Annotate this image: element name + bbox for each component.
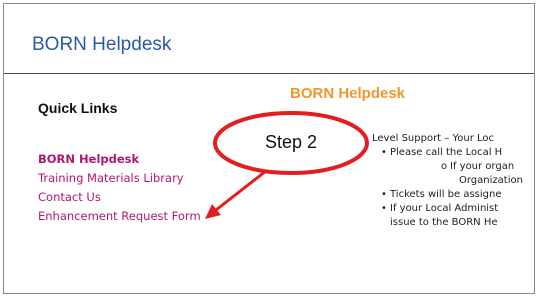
content-line: issue to the BORN He: [390, 216, 498, 230]
content-line: Organization: [459, 174, 523, 188]
content-line-text: If your Local Administ: [390, 203, 499, 214]
content-line: • Please call the Local H: [381, 146, 502, 160]
bullet-icon: o: [441, 161, 448, 172]
content-line: • If your Local Administ: [381, 202, 498, 216]
nav-link-born-helpdesk[interactable]: BORN Helpdesk: [38, 150, 201, 169]
quick-links-nav: BORN Helpdesk Training Materials Library…: [38, 150, 201, 226]
bullet-icon: •: [381, 203, 387, 214]
quick-links-heading: Quick Links: [38, 100, 118, 116]
content-line: • Tickets will be assigne: [381, 188, 502, 202]
content-line: o If your organ: [441, 160, 514, 174]
callout-step-label: Step 2: [264, 132, 318, 152]
nav-link-enhancement-request-form[interactable]: Enhancement Request Form: [38, 207, 201, 226]
bullet-icon: •: [381, 189, 387, 200]
nav-link-training-materials-library[interactable]: Training Materials Library: [38, 169, 201, 188]
page-title: BORN Helpdesk: [32, 34, 172, 55]
content-title: BORN Helpdesk: [290, 85, 406, 102]
content-line-text: Level Support – Your Loc: [372, 133, 495, 144]
bullet-icon: •: [381, 147, 387, 158]
content-line-text: Please call the Local H: [390, 147, 503, 158]
content-line-text: Tickets will be assigne: [390, 189, 502, 200]
content-line-text: issue to the BORN He: [390, 217, 498, 228]
header-divider: [4, 73, 534, 74]
nav-link-contact-us[interactable]: Contact Us: [38, 188, 201, 207]
content-line-text: If your organ: [450, 161, 515, 172]
content-body: Level Support – Your Loc • Please call th…: [372, 132, 534, 272]
content-line-text: Organization: [459, 175, 523, 186]
content-line: Level Support – Your Loc: [372, 132, 494, 146]
